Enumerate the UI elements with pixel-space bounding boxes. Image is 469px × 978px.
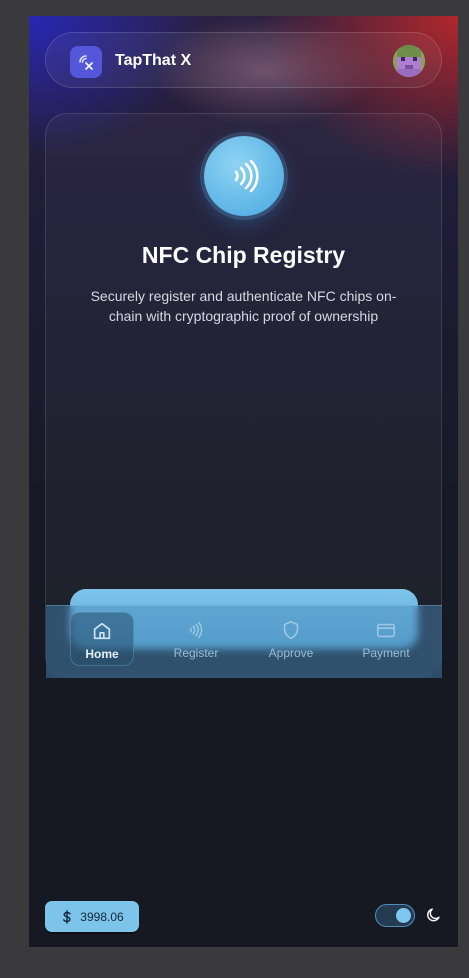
nav-label-approve: Approve — [268, 646, 314, 660]
nav-label-payment: Payment — [362, 646, 410, 660]
nfc-badge — [204, 136, 284, 216]
nav-item-register[interactable]: Register — [164, 612, 228, 666]
credit-card-icon — [374, 618, 398, 642]
nfc-icon — [184, 618, 208, 642]
nav-item-payment[interactable]: Payment — [354, 612, 418, 666]
app-title: TapThat X — [115, 52, 192, 69]
nav-item-approve[interactable]: Approve — [259, 612, 323, 666]
user-avatar[interactable] — [393, 45, 425, 77]
theme-toggle[interactable] — [375, 904, 415, 927]
dollar-icon — [63, 909, 72, 924]
hero-card: NFC Chip Registry Securely register and … — [45, 113, 442, 677]
nav-label-home: Home — [85, 647, 119, 661]
toggle-knob — [396, 908, 411, 923]
moon-icon[interactable] — [425, 906, 443, 924]
shield-icon — [279, 618, 303, 642]
page-title: NFC Chip Registry — [141, 242, 346, 268]
app-header: TapThat X — [45, 32, 442, 88]
home-icon — [90, 619, 114, 643]
balance-badge[interactable]: 3998.06 — [45, 901, 139, 932]
nfc-off-icon — [79, 55, 93, 70]
page-description: Securely register and authenticate NFC c… — [90, 288, 397, 324]
bottom-nav: Home Register Approve Payment — [46, 605, 442, 678]
app-screen: TapThat X NFC Chip Registry Securely reg… — [29, 16, 458, 947]
balance-value: 3998.06 — [80, 909, 124, 924]
nav-item-home[interactable]: Home — [70, 612, 134, 666]
nav-label-register: Register — [173, 646, 219, 660]
app-logo[interactable] — [70, 46, 102, 78]
nfc-icon — [234, 159, 259, 193]
